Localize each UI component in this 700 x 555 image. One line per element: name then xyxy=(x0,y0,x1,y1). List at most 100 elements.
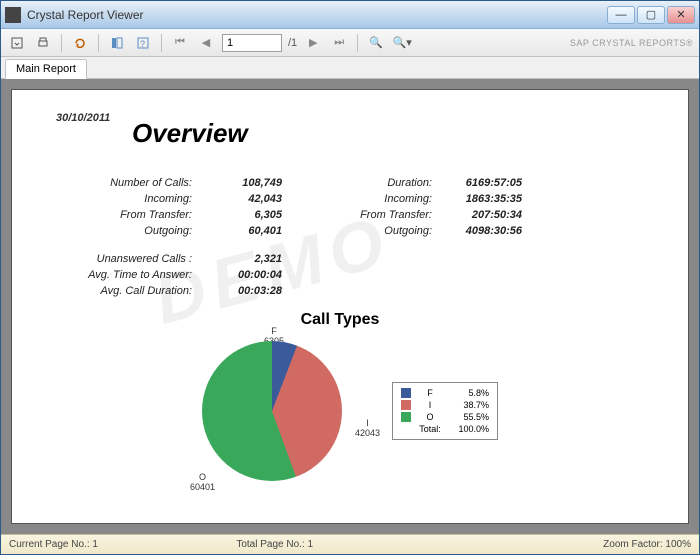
stat-label: Avg. Call Duration: xyxy=(82,285,202,297)
stat-value: 6169:57:05 xyxy=(442,177,522,189)
stat-value: 6,305 xyxy=(202,209,282,221)
report-viewer[interactable]: 30/10/2011 Overview DEMO Number of Calls… xyxy=(1,79,699,534)
stat-row: Avg. Time to Answer:00:00:04 xyxy=(82,269,628,281)
slice-label-i: I42043 xyxy=(355,419,380,439)
stat-label: Duration: xyxy=(322,177,442,189)
status-zoom: Zoom Factor: 100% xyxy=(464,539,691,550)
first-icon: ⏮ xyxy=(175,36,185,49)
stat-label: Unanswered Calls : xyxy=(82,253,202,265)
page-number-input[interactable] xyxy=(222,34,282,52)
app-window: Crystal Report Viewer — ▢ ✕ ? ⏮ ◀ /1 ▶ ⏭… xyxy=(0,0,700,555)
pie-graphic xyxy=(202,341,342,481)
stat-label: Outgoing: xyxy=(322,225,442,237)
legend-percent: 55.5% xyxy=(449,412,489,422)
separator xyxy=(357,34,358,52)
slice-label-o: O60401 xyxy=(190,473,215,493)
stat-label: Outgoing: xyxy=(82,225,202,237)
stat-label: Avg. Time to Answer: xyxy=(82,269,202,281)
first-page-button[interactable]: ⏮ xyxy=(170,33,190,53)
stat-value: 4098:30:56 xyxy=(442,225,522,237)
stat-row: Outgoing:4098:30:56 xyxy=(322,225,522,237)
stat-value: 00:03:28 xyxy=(202,285,282,297)
legend-percent: 5.8% xyxy=(449,388,489,398)
last-icon: ⏭ xyxy=(334,36,344,49)
statusbar: Current Page No.: 1 Total Page No.: 1 Zo… xyxy=(1,534,699,554)
prev-icon: ◀ xyxy=(202,36,210,49)
search-icon: 🔍 xyxy=(369,36,383,49)
window-title: Crystal Report Viewer xyxy=(27,8,607,22)
stat-row: From Transfer:6,305 xyxy=(82,209,282,221)
stat-row: From Transfer:207:50:34 xyxy=(322,209,522,221)
stat-label: Number of Calls: xyxy=(82,177,202,189)
legend-name: F xyxy=(417,388,443,398)
stat-value: 00:00:04 xyxy=(202,269,282,281)
separator xyxy=(98,34,99,52)
titlebar[interactable]: Crystal Report Viewer — ▢ ✕ xyxy=(1,1,699,29)
stat-value: 207:50:34 xyxy=(442,209,522,221)
tab-strip: Main Report xyxy=(1,57,699,79)
stat-label: From Transfer: xyxy=(82,209,202,221)
stat-row: Outgoing:60,401 xyxy=(82,225,282,237)
legend-swatch xyxy=(401,400,411,410)
window-controls: — ▢ ✕ xyxy=(607,6,695,24)
stat-value: 1863:35:35 xyxy=(442,193,522,205)
stat-row: Duration:6169:57:05 xyxy=(322,177,522,189)
stat-label: Incoming: xyxy=(82,193,202,205)
separator xyxy=(61,34,62,52)
next-icon: ▶ xyxy=(309,36,317,49)
stat-value: 2,321 xyxy=(202,253,282,265)
stat-value: 108,749 xyxy=(202,177,282,189)
stats-grid: Number of Calls:108,749Incoming:42,043Fr… xyxy=(82,177,628,237)
legend-swatch xyxy=(401,388,411,398)
print-button[interactable] xyxy=(33,33,53,53)
stats-left-col: Number of Calls:108,749Incoming:42,043Fr… xyxy=(82,177,282,237)
stat-row: Avg. Call Duration:00:03:28 xyxy=(82,285,628,297)
tab-main-report[interactable]: Main Report xyxy=(5,59,87,79)
chart-section: Call Types F6305 I42043 O60401 F 5.8% I 38.… xyxy=(52,311,628,491)
legend-percent: 38.7% xyxy=(449,400,489,410)
stat-row: Incoming:42,043 xyxy=(82,193,282,205)
chart-legend: F 5.8% I 38.7% O 55.5%Total:100.0% xyxy=(392,382,498,440)
next-page-button[interactable]: ▶ xyxy=(303,33,323,53)
svg-text:?: ? xyxy=(140,39,145,49)
status-total-page: Total Page No.: 1 xyxy=(236,539,463,550)
legend-name: O xyxy=(417,412,443,422)
stats-bottom-col: Unanswered Calls :2,321Avg. Time to Answ… xyxy=(82,253,628,297)
brand-label: SAP CRYSTAL REPORTS® xyxy=(570,38,693,48)
app-icon xyxy=(5,7,21,23)
legend-row: O 55.5% xyxy=(401,411,489,423)
stat-label: Incoming: xyxy=(322,193,442,205)
legend-name: I xyxy=(417,400,443,410)
maximize-button[interactable]: ▢ xyxy=(637,6,665,24)
page-total-label: /1 xyxy=(288,37,297,49)
refresh-button[interactable] xyxy=(70,33,90,53)
stat-value: 42,043 xyxy=(202,193,282,205)
last-page-button[interactable]: ⏭ xyxy=(329,33,349,53)
stat-value: 60,401 xyxy=(202,225,282,237)
stats-right-col: Duration:6169:57:05Incoming:1863:35:35Fr… xyxy=(322,177,522,237)
stat-row: Incoming:1863:35:35 xyxy=(322,193,522,205)
legend-total: Total:100.0% xyxy=(401,423,489,435)
stat-row: Unanswered Calls :2,321 xyxy=(82,253,628,265)
legend-row: I 38.7% xyxy=(401,399,489,411)
status-current-page: Current Page No.: 1 xyxy=(9,539,236,550)
chart-title: Call Types xyxy=(52,311,628,329)
stat-row: Number of Calls:108,749 xyxy=(82,177,282,189)
export-button[interactable] xyxy=(7,33,27,53)
separator xyxy=(161,34,162,52)
find-button[interactable]: 🔍 xyxy=(366,33,386,53)
zoom-button[interactable]: 🔍▾ xyxy=(392,33,412,53)
toggle-tree-button[interactable] xyxy=(107,33,127,53)
prev-page-button[interactable]: ◀ xyxy=(196,33,216,53)
report-title: Overview xyxy=(132,118,628,149)
minimize-button[interactable]: — xyxy=(607,6,635,24)
toggle-params-button[interactable]: ? xyxy=(133,33,153,53)
pie-chart: F6305 I42043 O60401 xyxy=(182,331,362,491)
legend-row: F 5.8% xyxy=(401,387,489,399)
zoom-icon: 🔍▾ xyxy=(393,36,412,49)
close-button[interactable]: ✕ xyxy=(667,6,695,24)
stat-label: From Transfer: xyxy=(322,209,442,221)
report-page: 30/10/2011 Overview DEMO Number of Calls… xyxy=(11,89,689,524)
legend-total-label: Total: xyxy=(417,424,443,434)
legend-swatch xyxy=(401,412,411,422)
